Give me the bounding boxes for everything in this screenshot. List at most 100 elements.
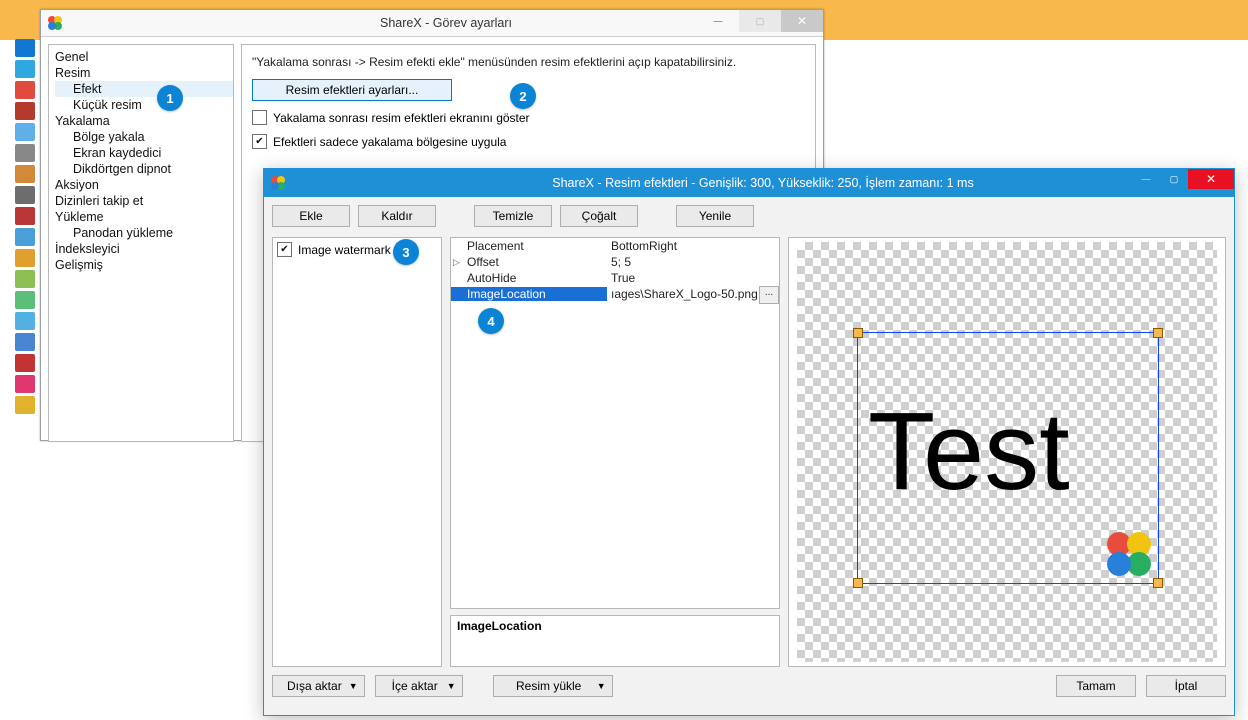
- property-value[interactable]: 5; 5: [607, 255, 779, 269]
- resize-handle[interactable]: [1153, 328, 1163, 338]
- checkbox-icon[interactable]: [277, 242, 292, 257]
- effects-toolbar: Ekle Kaldır Temizle Çoğalt Yenile: [272, 205, 1226, 227]
- property-row[interactable]: ▷ Offset 5; 5: [451, 254, 779, 270]
- nav-item-efekt[interactable]: Efekt: [55, 81, 233, 97]
- nav-item[interactable]: Resim: [55, 65, 233, 81]
- property-row-imagelocation[interactable]: ImageLocation ıages\ShareX_Logo-50.png .…: [451, 286, 779, 302]
- checkbox-icon[interactable]: [252, 134, 267, 149]
- effect-item-label: Image watermark: [298, 243, 391, 257]
- host-icon: [15, 249, 35, 267]
- nav-item[interactable]: Bölge yakala: [55, 129, 233, 145]
- callout-1: 1: [157, 85, 183, 111]
- callout-4: 4: [478, 308, 504, 334]
- host-icon: [15, 333, 35, 351]
- nav-item[interactable]: Aksiyon: [55, 177, 233, 193]
- property-grid[interactable]: Placement BottomRight ▷ Offset 5; 5: [450, 237, 780, 609]
- clear-button[interactable]: Temizle: [474, 205, 552, 227]
- property-value[interactable]: BottomRight: [607, 239, 779, 253]
- property-help-name: ImageLocation: [457, 619, 542, 633]
- show-effects-screen-checkbox-row[interactable]: Yakalama sonrası resim efektleri ekranın…: [252, 110, 805, 125]
- maximize-button[interactable]: ▢: [1160, 169, 1188, 189]
- property-name: Placement: [451, 239, 607, 253]
- preview-panel: Test: [788, 237, 1226, 667]
- effects-list[interactable]: Image watermark: [272, 237, 442, 667]
- callout-2: 2: [510, 83, 536, 109]
- checkbox-label: Yakalama sonrası resim efektleri ekranın…: [273, 111, 530, 125]
- host-icon: [15, 375, 35, 393]
- property-row[interactable]: Placement BottomRight: [451, 238, 779, 254]
- selection-rect[interactable]: Test: [857, 332, 1159, 584]
- duplicate-button[interactable]: Çoğalt: [560, 205, 638, 227]
- resize-handle[interactable]: [1153, 578, 1163, 588]
- property-name: ▷ Offset: [451, 255, 607, 269]
- preview-canvas: Test: [797, 242, 1217, 662]
- load-image-button[interactable]: Resim yükle▼: [493, 675, 613, 697]
- host-icon: [15, 186, 35, 204]
- export-button[interactable]: Dışa aktar▼: [272, 675, 365, 697]
- import-button[interactable]: İçe aktar▼: [375, 675, 463, 697]
- host-icon: [15, 228, 35, 246]
- image-effects-footer: Dışa aktar▼ İçe aktar▼ Resim yükle▼ Tama…: [272, 673, 1226, 699]
- chevron-down-icon: ▼: [447, 681, 456, 691]
- host-icon: [15, 81, 35, 99]
- expand-icon[interactable]: ▷: [453, 257, 460, 268]
- nav-item[interactable]: Panodan yükleme: [55, 225, 233, 241]
- sharex-icon: [47, 15, 63, 31]
- cancel-button[interactable]: İptal: [1146, 675, 1226, 697]
- host-icon: [15, 144, 35, 162]
- preview-sample-text: Test: [868, 388, 1070, 515]
- resize-handle[interactable]: [853, 328, 863, 338]
- add-button[interactable]: Ekle: [272, 205, 350, 227]
- refresh-button[interactable]: Yenile: [676, 205, 754, 227]
- nav-item[interactable]: Dizinleri takip et: [55, 193, 233, 209]
- image-effects-title: ShareX - Resim efektleri - Genişlik: 300…: [292, 176, 1234, 190]
- minimize-button[interactable]: —: [697, 10, 739, 32]
- browse-button[interactable]: ...: [759, 286, 779, 304]
- nav-item[interactable]: Dikdörtgen dipnot: [55, 161, 233, 177]
- property-help: ImageLocation: [450, 615, 780, 667]
- property-name: AutoHide: [451, 271, 607, 285]
- remove-button[interactable]: Kaldır: [358, 205, 436, 227]
- callout-3: 3: [393, 239, 419, 265]
- nav-item[interactable]: Genel: [55, 49, 233, 65]
- host-icon: [15, 291, 35, 309]
- chevron-down-icon: ▼: [597, 681, 606, 691]
- nav-item[interactable]: Ekran kaydedici: [55, 145, 233, 161]
- resize-handle[interactable]: [853, 578, 863, 588]
- host-icon: [15, 102, 35, 120]
- watermark-logo-icon: [1106, 531, 1152, 577]
- chevron-down-icon: ▼: [349, 681, 358, 691]
- host-icon: [15, 312, 35, 330]
- host-icon: [15, 354, 35, 372]
- nav-item[interactable]: Yükleme: [55, 209, 233, 225]
- info-text: "Yakalama sonrası -> Resim efekti ekle" …: [252, 55, 805, 69]
- host-icon: [15, 60, 35, 78]
- host-icon: [15, 396, 35, 414]
- property-row[interactable]: AutoHide True: [451, 270, 779, 286]
- host-icon: [15, 39, 35, 57]
- host-icon: [15, 165, 35, 183]
- maximize-button: ▢: [739, 10, 781, 32]
- close-button[interactable]: ✕: [1188, 169, 1234, 189]
- host-left-icon-strip: [12, 36, 38, 417]
- property-name: ImageLocation: [451, 287, 607, 301]
- apply-effects-region-checkbox-row[interactable]: Efektleri sadece yakalama bölgesine uygu…: [252, 134, 805, 149]
- property-value[interactable]: ıages\ShareX_Logo-50.png ...: [607, 287, 779, 301]
- host-icon: [15, 207, 35, 225]
- host-icon: [15, 270, 35, 288]
- nav-item[interactable]: Yakalama: [55, 113, 233, 129]
- property-value[interactable]: True: [607, 271, 779, 285]
- host-icon: [15, 123, 35, 141]
- ok-button[interactable]: Tamam: [1056, 675, 1136, 697]
- image-effects-titlebar[interactable]: ShareX - Resim efektleri - Genişlik: 300…: [264, 169, 1234, 197]
- nav-item[interactable]: İndeksleyici: [55, 241, 233, 257]
- checkbox-icon[interactable]: [252, 110, 267, 125]
- task-settings-titlebar[interactable]: ShareX - Görev ayarları — ▢ ✕: [41, 10, 823, 37]
- settings-nav-tree[interactable]: Genel Resim Efekt Küçük resim Yakalama B…: [48, 44, 234, 442]
- minimize-button[interactable]: —: [1132, 169, 1160, 189]
- checkbox-label: Efektleri sadece yakalama bölgesine uygu…: [273, 135, 506, 149]
- nav-item[interactable]: Küçük resim: [55, 97, 233, 113]
- image-effects-settings-button[interactable]: Resim efektleri ayarları...: [252, 79, 452, 101]
- nav-item[interactable]: Gelişmiş: [55, 257, 233, 273]
- close-button[interactable]: ✕: [781, 10, 823, 32]
